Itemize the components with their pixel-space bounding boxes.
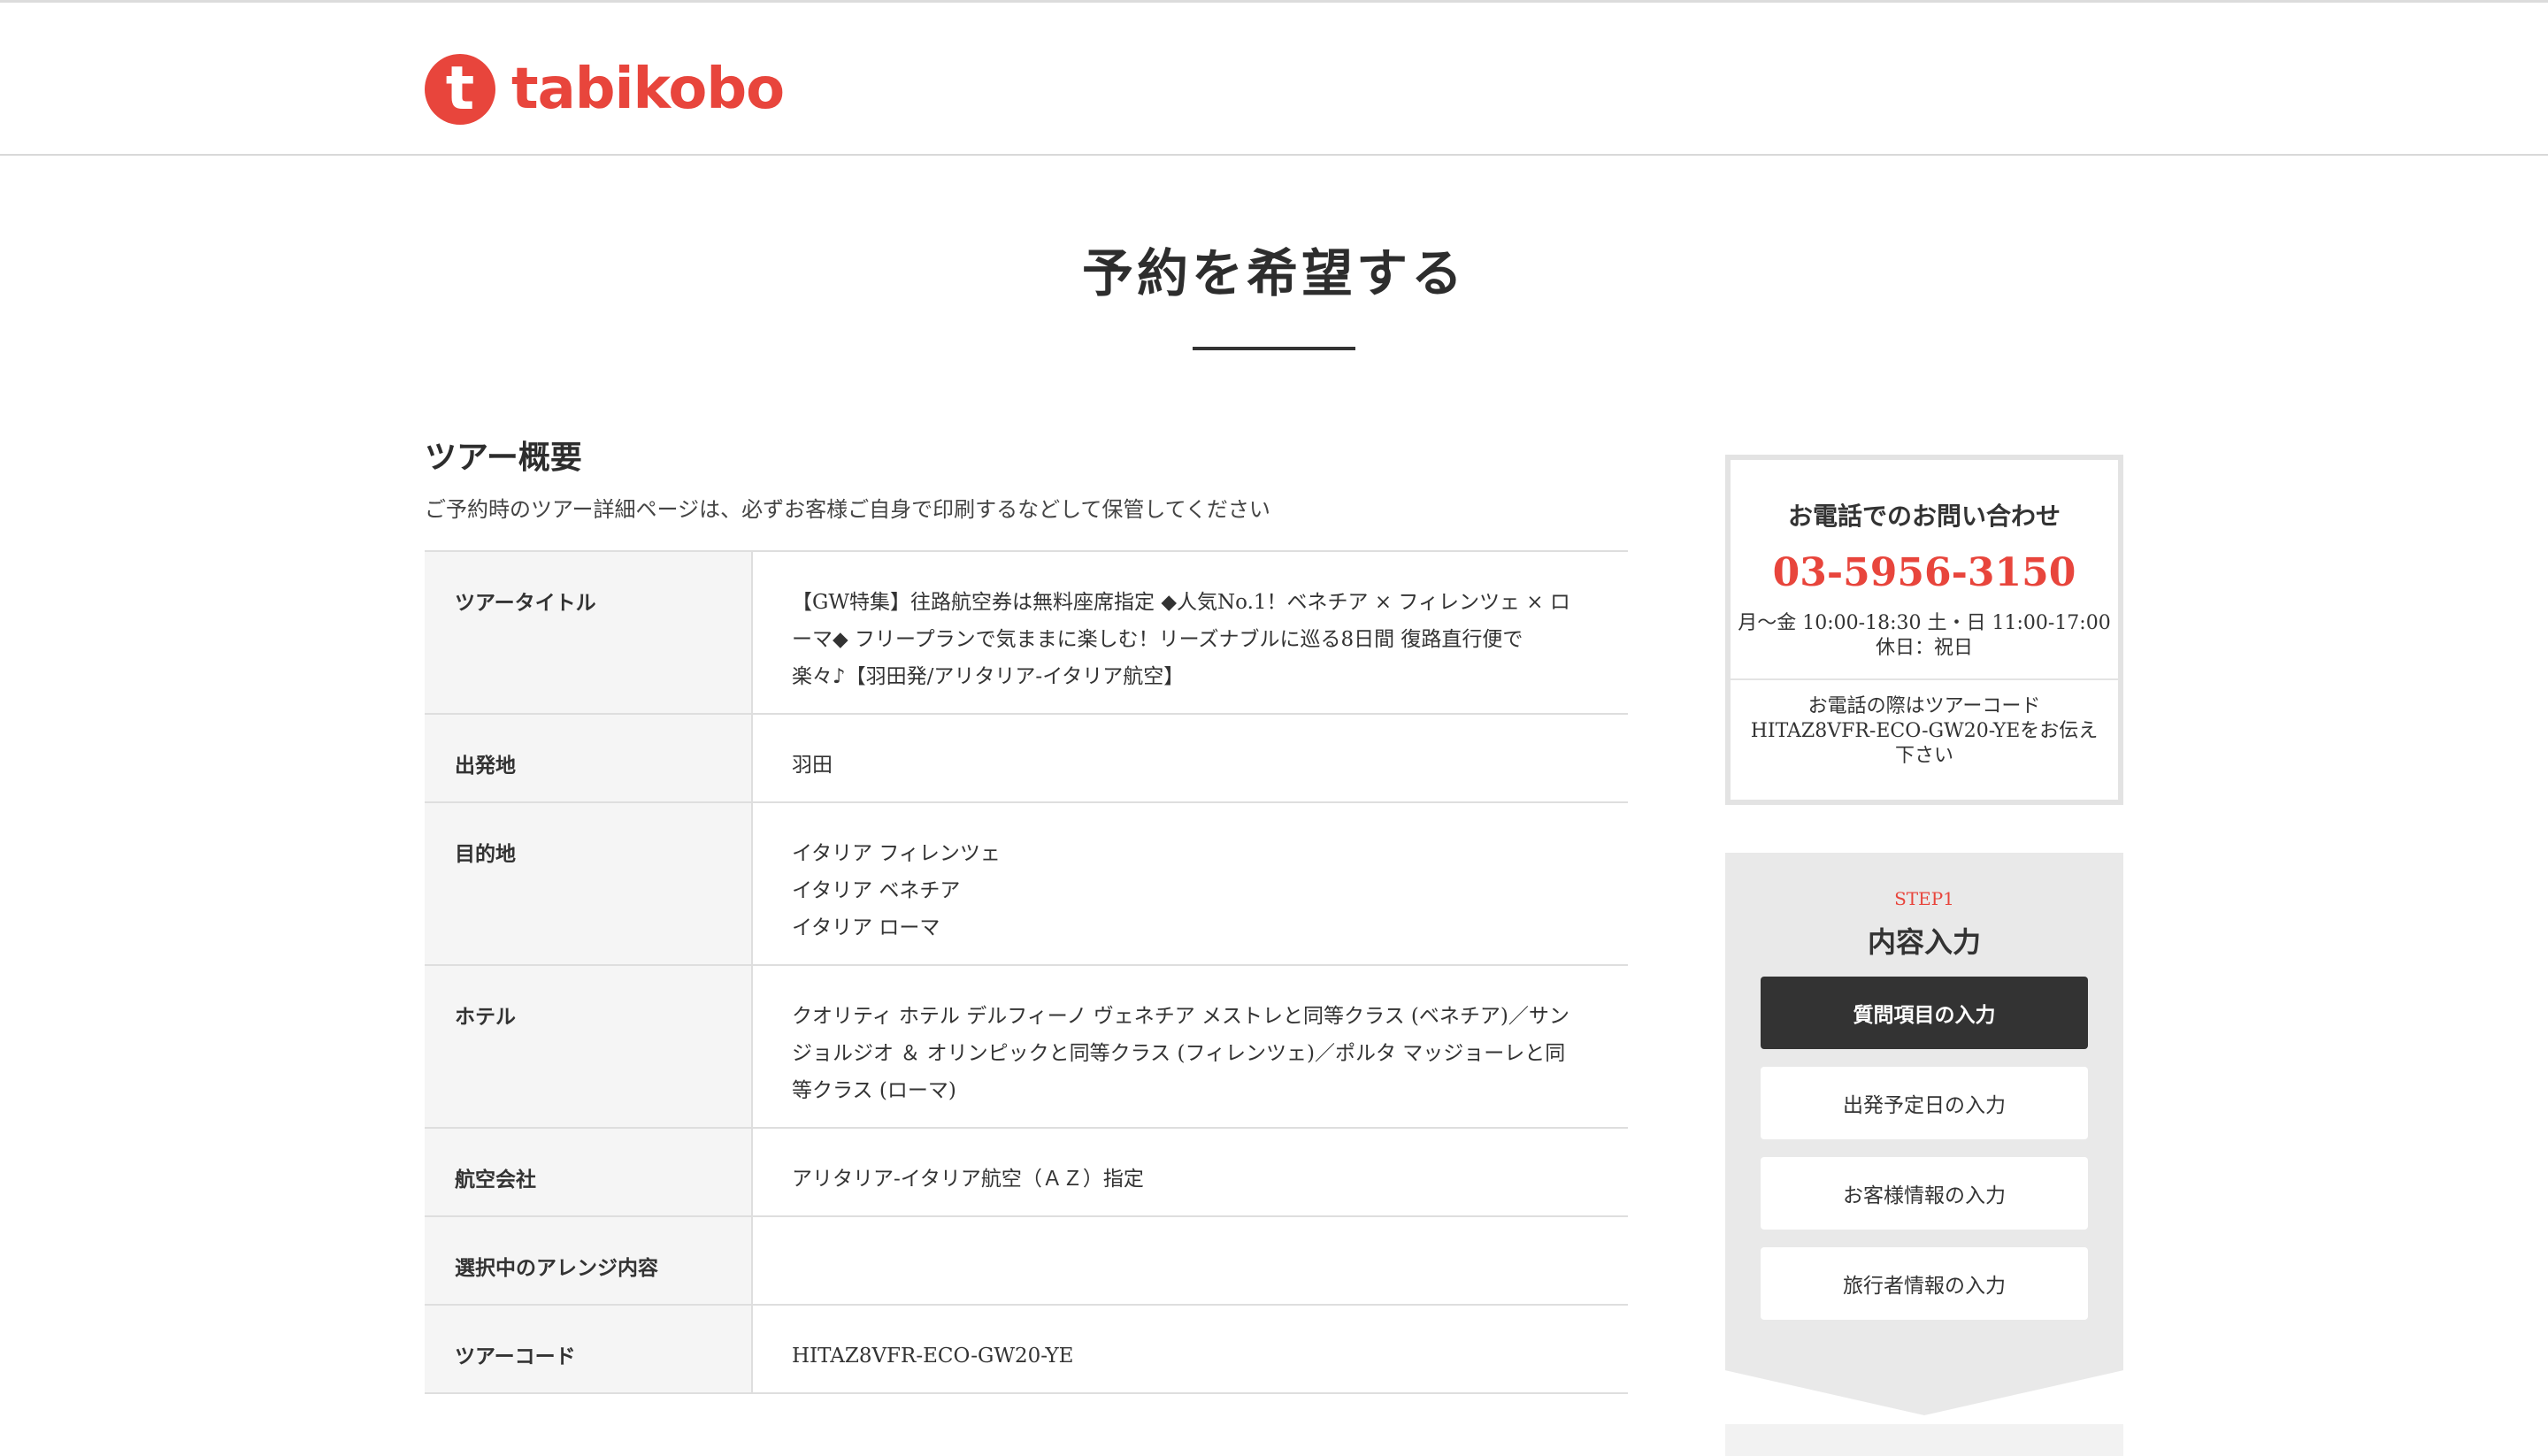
table-row: 航空会社 アリタリア-イタリア航空（ＡＺ）指定: [425, 1128, 1628, 1217]
row-label: 出発地: [425, 714, 753, 803]
contact-tour-code-note: お電話の際はツアーコードHITAZ8VFR-ECO-GW20-YEをお伝え下さい: [1750, 695, 2099, 767]
row-value: 羽田: [752, 714, 1628, 803]
row-label: ホテル: [425, 965, 753, 1129]
row-value: クオリティ ホテル デルフィーノ ヴェネチア メストレと同等クラス (ベネチア)…: [752, 965, 1628, 1129]
table-row: ツアーコード HITAZ8VFR-ECO-GW20-YE: [425, 1305, 1628, 1394]
step-question-items-button[interactable]: 質問項目の入力: [1761, 977, 2088, 1049]
row-value: [752, 1216, 1628, 1306]
step-customer-info-button[interactable]: お客様情報の入力: [1761, 1157, 2088, 1230]
row-value-line: ジョルジオ ＆ オリンピックと同等クラス (フィレンツェ)／ポルタ マッジョーレ…: [792, 1042, 1566, 1065]
row-label: ツアータイトル: [425, 551, 753, 715]
table-row: 選択中のアレンジ内容: [425, 1216, 1628, 1306]
next-step-panel-edge: [1725, 1424, 2123, 1456]
row-value-line: イタリア フィレンツェ: [792, 842, 1001, 865]
row-label: 目的地: [425, 802, 753, 966]
table-row: ツアータイトル 【GW特集】往路航空券は無料座席指定 ◆人気No.1！ベネチア …: [425, 551, 1628, 715]
table-row: 出発地 羽田: [425, 714, 1628, 803]
step-panel: STEP1 内容入力 質問項目の入力 出発予定日の入力 お客様情報の入力 旅行者…: [1725, 853, 2123, 1415]
row-value-line: 羽田: [792, 754, 833, 777]
step-number: STEP1: [1894, 888, 1954, 909]
contact-heading: お電話でのお問い合わせ: [1787, 502, 2061, 531]
tabikobo-logo[interactable]: t tabikobo: [425, 54, 785, 125]
row-label: 航空会社: [425, 1128, 753, 1217]
table-row: 目的地 イタリア フィレンツェ イタリア ベネチア イタリア ローマ: [425, 802, 1628, 966]
row-value-line: アリタリア-イタリア航空（ＡＺ）指定: [792, 1168, 1144, 1191]
row-value-line: クオリティ ホテル デルフィーノ ヴェネチア メストレと同等クラス (ベネチア)…: [792, 1005, 1569, 1028]
contact-phone-number[interactable]: 03-5956-3150: [1731, 550, 2118, 595]
row-value: HITAZ8VFR-ECO-GW20-YE: [752, 1305, 1628, 1394]
row-value-line: 楽々♪【羽田発/アリタリア-イタリア航空】: [792, 665, 1185, 688]
row-label: ツアーコード: [425, 1305, 753, 1394]
row-value-line: ーマ◆ フリープランで気ままに楽しむ！リーズナブルに巡る8日間 復路直行便で: [792, 628, 1523, 651]
row-value-line: イタリア ベネチア: [792, 879, 961, 902]
row-value: アリタリア-イタリア航空（ＡＺ）指定: [752, 1128, 1628, 1217]
row-label: 選択中のアレンジ内容: [425, 1216, 753, 1306]
row-value-line: [792, 1249, 1589, 1286]
holiday-note: 休日：祝日: [1875, 637, 1973, 659]
row-value: 【GW特集】往路航空券は無料座席指定 ◆人気No.1！ベネチア × フィレンツェ…: [752, 551, 1628, 715]
step-title: 内容入力: [1867, 925, 1981, 959]
row-value-line: 等クラス (ローマ): [792, 1079, 956, 1102]
business-hours: 月〜金 10:00-18:30 土・日 11:00-17:00: [1738, 612, 2111, 634]
row-value-line: 【GW特集】往路航空券は無料座席指定 ◆人気No.1！ベネチア × フィレンツェ…: [792, 591, 1570, 614]
row-value: イタリア フィレンツェ イタリア ベネチア イタリア ローマ: [752, 802, 1628, 966]
overview-note: ご予約時のツアー詳細ページは、必ずお客様ご自身で印刷するなどして保管してください: [425, 497, 1270, 522]
title-underline: [1193, 347, 1355, 350]
row-value-line: HITAZ8VFR-ECO-GW20-YE: [792, 1345, 1074, 1368]
step-traveler-info-button[interactable]: 旅行者情報の入力: [1761, 1247, 2088, 1320]
table-row: ホテル クオリティ ホテル デルフィーノ ヴェネチア メストレと同等クラス (ベ…: [425, 965, 1628, 1129]
overview-title: ツアー概要: [425, 439, 582, 476]
tour-overview-table: ツアータイトル 【GW特集】往路航空券は無料座席指定 ◆人気No.1！ベネチア …: [425, 550, 1628, 1394]
phone-contact-box: お電話でのお問い合わせ 03-5956-3150 月〜金 10:00-18:30…: [1725, 455, 2123, 805]
site-header: t tabikobo: [0, 0, 2548, 156]
contact-hours: 月〜金 10:00-18:30 土・日 11:00-17:00 休日：祝日: [1731, 611, 2118, 661]
step-departure-date-button[interactable]: 出発予定日の入力: [1761, 1067, 2088, 1139]
logo-mark-icon: t: [425, 54, 495, 125]
page-title: 予約を希望する: [1081, 243, 1466, 303]
row-value-line: イタリア ローマ: [792, 916, 940, 939]
logo-wordmark: tabikobo: [511, 57, 785, 122]
